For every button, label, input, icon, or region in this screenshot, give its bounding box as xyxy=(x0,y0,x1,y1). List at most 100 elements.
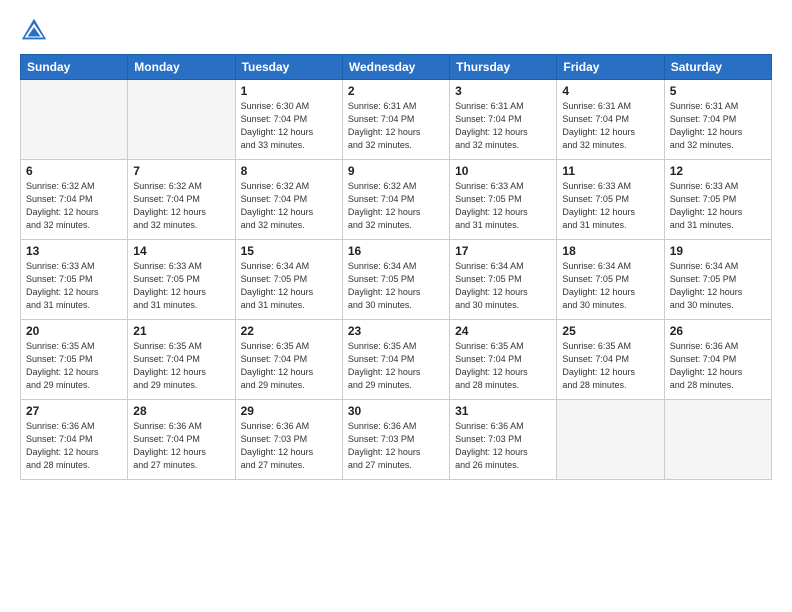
day-number: 9 xyxy=(348,164,444,178)
day-info: Sunrise: 6:35 AM Sunset: 7:05 PM Dayligh… xyxy=(26,340,122,392)
day-number: 23 xyxy=(348,324,444,338)
calendar-cell: 25Sunrise: 6:35 AM Sunset: 7:04 PM Dayli… xyxy=(557,320,664,400)
calendar-cell: 12 Sunrise: 6:33 AM Sunset: 7:05 PM Dayli… xyxy=(664,160,771,240)
calendar-header-monday: Monday xyxy=(128,55,235,80)
day-number: 15 xyxy=(241,244,337,258)
calendar-header-tuesday: Tuesday xyxy=(235,55,342,80)
day-number: 7 xyxy=(133,164,229,178)
day-number: 13 xyxy=(26,244,122,258)
calendar-cell: 28Sunrise: 6:36 AM Sunset: 7:04 PM Dayli… xyxy=(128,400,235,480)
calendar-cell: 21 Sunrise: 6:35 AM Sunset: 7:04 PM Dayli… xyxy=(128,320,235,400)
calendar-header-wednesday: Wednesday xyxy=(342,55,449,80)
day-info: Sunrise: 6:33 AM Sunset: 7:05 PM Dayligh… xyxy=(26,260,122,312)
calendar-cell: 1 Sunrise: 6:30 AM Sunset: 7:04 PM Daylig… xyxy=(235,80,342,160)
header xyxy=(20,16,772,44)
calendar-cell: 5Sunrise: 6:31 AM Sunset: 7:04 PM Daylig… xyxy=(664,80,771,160)
calendar-cell: 15 Sunrise: 6:34 AM Sunset: 7:05 PM Dayli… xyxy=(235,240,342,320)
calendar-cell: 23 Sunrise: 6:35 AM Sunset: 7:04 PM Dayli… xyxy=(342,320,449,400)
day-number: 14 xyxy=(133,244,229,258)
day-info: Sunrise: 6:36 AM Sunset: 7:04 PM Dayligh… xyxy=(670,340,766,392)
day-info: Sunrise: 6:33 AM Sunset: 7:05 PM Dayligh… xyxy=(670,180,766,232)
week-row-5: 27 Sunrise: 6:36 AM Sunset: 7:04 PM Dayli… xyxy=(21,400,772,480)
logo-icon xyxy=(20,16,48,44)
calendar-cell: 29Sunrise: 6:36 AM Sunset: 7:03 PM Dayli… xyxy=(235,400,342,480)
day-number: 27 xyxy=(26,404,122,418)
day-number: 4 xyxy=(562,84,658,98)
calendar-cell: 8Sunrise: 6:32 AM Sunset: 7:04 PM Daylig… xyxy=(235,160,342,240)
calendar-cell: 6Sunrise: 6:32 AM Sunset: 7:04 PM Daylig… xyxy=(21,160,128,240)
day-number: 5 xyxy=(670,84,766,98)
day-number: 29 xyxy=(241,404,337,418)
day-info: Sunrise: 6:35 AM Sunset: 7:04 PM Dayligh… xyxy=(241,340,337,392)
day-info: Sunrise: 6:34 AM Sunset: 7:05 PM Dayligh… xyxy=(670,260,766,312)
day-number: 17 xyxy=(455,244,551,258)
day-number: 26 xyxy=(670,324,766,338)
calendar-cell: 27Sunrise: 6:36 AM Sunset: 7:04 PM Dayli… xyxy=(21,400,128,480)
day-number: 24 xyxy=(455,324,551,338)
calendar-cell: 22 Sunrise: 6:35 AM Sunset: 7:04 PM Dayli… xyxy=(235,320,342,400)
calendar-cell xyxy=(21,80,128,160)
calendar-cell: 19Sunrise: 6:34 AM Sunset: 7:05 PM Dayli… xyxy=(664,240,771,320)
day-number: 30 xyxy=(348,404,444,418)
calendar-header-thursday: Thursday xyxy=(450,55,557,80)
calendar-cell xyxy=(664,400,771,480)
calendar-cell: 14 Sunrise: 6:33 AM Sunset: 7:05 PM Dayli… xyxy=(128,240,235,320)
day-number: 20 xyxy=(26,324,122,338)
week-row-1: 1 Sunrise: 6:30 AM Sunset: 7:04 PM Daylig… xyxy=(21,80,772,160)
calendar: SundayMondayTuesdayWednesdayThursdayFrid… xyxy=(20,54,772,480)
day-info: Sunrise: 6:30 AM Sunset: 7:04 PM Dayligh… xyxy=(241,100,337,152)
day-info: Sunrise: 6:31 AM Sunset: 7:04 PM Dayligh… xyxy=(562,100,658,152)
day-info: Sunrise: 6:33 AM Sunset: 7:05 PM Dayligh… xyxy=(455,180,551,232)
week-row-2: 6 Sunrise: 6:32 AM Sunset: 7:04 PM Daylig… xyxy=(21,160,772,240)
calendar-cell: 10 Sunrise: 6:33 AM Sunset: 7:05 PM Dayli… xyxy=(450,160,557,240)
calendar-cell xyxy=(128,80,235,160)
calendar-cell: 16 Sunrise: 6:34 AM Sunset: 7:05 PM Dayli… xyxy=(342,240,449,320)
calendar-cell: 30 Sunrise: 6:36 AM Sunset: 7:03 PM Dayli… xyxy=(342,400,449,480)
calendar-cell: 26 Sunrise: 6:36 AM Sunset: 7:04 PM Dayli… xyxy=(664,320,771,400)
week-row-4: 20 Sunrise: 6:35 AM Sunset: 7:05 PM Dayli… xyxy=(21,320,772,400)
day-info: Sunrise: 6:35 AM Sunset: 7:04 PM Dayligh… xyxy=(348,340,444,392)
day-info: Sunrise: 6:35 AM Sunset: 7:04 PM Dayligh… xyxy=(133,340,229,392)
day-number: 2 xyxy=(348,84,444,98)
calendar-header-row: SundayMondayTuesdayWednesdayThursdayFrid… xyxy=(21,55,772,80)
day-info: Sunrise: 6:34 AM Sunset: 7:05 PM Dayligh… xyxy=(348,260,444,312)
day-info: Sunrise: 6:31 AM Sunset: 7:04 PM Dayligh… xyxy=(455,100,551,152)
calendar-header-saturday: Saturday xyxy=(664,55,771,80)
day-number: 25 xyxy=(562,324,658,338)
day-info: Sunrise: 6:35 AM Sunset: 7:04 PM Dayligh… xyxy=(455,340,551,392)
day-info: Sunrise: 6:34 AM Sunset: 7:05 PM Dayligh… xyxy=(562,260,658,312)
calendar-cell: 4 Sunrise: 6:31 AM Sunset: 7:04 PM Daylig… xyxy=(557,80,664,160)
day-number: 8 xyxy=(241,164,337,178)
day-info: Sunrise: 6:34 AM Sunset: 7:05 PM Dayligh… xyxy=(241,260,337,312)
day-info: Sunrise: 6:34 AM Sunset: 7:05 PM Dayligh… xyxy=(455,260,551,312)
calendar-cell: 3Sunrise: 6:31 AM Sunset: 7:04 PM Daylig… xyxy=(450,80,557,160)
day-number: 18 xyxy=(562,244,658,258)
calendar-cell: 20 Sunrise: 6:35 AM Sunset: 7:05 PM Dayli… xyxy=(21,320,128,400)
day-info: Sunrise: 6:36 AM Sunset: 7:04 PM Dayligh… xyxy=(133,420,229,472)
week-row-3: 13 Sunrise: 6:33 AM Sunset: 7:05 PM Dayli… xyxy=(21,240,772,320)
calendar-cell: 13 Sunrise: 6:33 AM Sunset: 7:05 PM Dayli… xyxy=(21,240,128,320)
calendar-header-friday: Friday xyxy=(557,55,664,80)
calendar-header-sunday: Sunday xyxy=(21,55,128,80)
calendar-cell: 24 Sunrise: 6:35 AM Sunset: 7:04 PM Dayli… xyxy=(450,320,557,400)
day-info: Sunrise: 6:31 AM Sunset: 7:04 PM Dayligh… xyxy=(348,100,444,152)
day-number: 6 xyxy=(26,164,122,178)
day-info: Sunrise: 6:33 AM Sunset: 7:05 PM Dayligh… xyxy=(562,180,658,232)
calendar-cell: 11Sunrise: 6:33 AM Sunset: 7:05 PM Dayli… xyxy=(557,160,664,240)
day-number: 22 xyxy=(241,324,337,338)
day-number: 1 xyxy=(241,84,337,98)
logo xyxy=(20,16,52,44)
day-number: 21 xyxy=(133,324,229,338)
day-number: 12 xyxy=(670,164,766,178)
day-number: 16 xyxy=(348,244,444,258)
day-info: Sunrise: 6:32 AM Sunset: 7:04 PM Dayligh… xyxy=(133,180,229,232)
day-info: Sunrise: 6:33 AM Sunset: 7:05 PM Dayligh… xyxy=(133,260,229,312)
calendar-cell: 17 Sunrise: 6:34 AM Sunset: 7:05 PM Dayli… xyxy=(450,240,557,320)
day-number: 31 xyxy=(455,404,551,418)
calendar-cell: 7 Sunrise: 6:32 AM Sunset: 7:04 PM Daylig… xyxy=(128,160,235,240)
calendar-cell: 2 Sunrise: 6:31 AM Sunset: 7:04 PM Daylig… xyxy=(342,80,449,160)
day-number: 10 xyxy=(455,164,551,178)
calendar-cell: 9 Sunrise: 6:32 AM Sunset: 7:04 PM Daylig… xyxy=(342,160,449,240)
day-info: Sunrise: 6:32 AM Sunset: 7:04 PM Dayligh… xyxy=(348,180,444,232)
day-info: Sunrise: 6:36 AM Sunset: 7:03 PM Dayligh… xyxy=(348,420,444,472)
